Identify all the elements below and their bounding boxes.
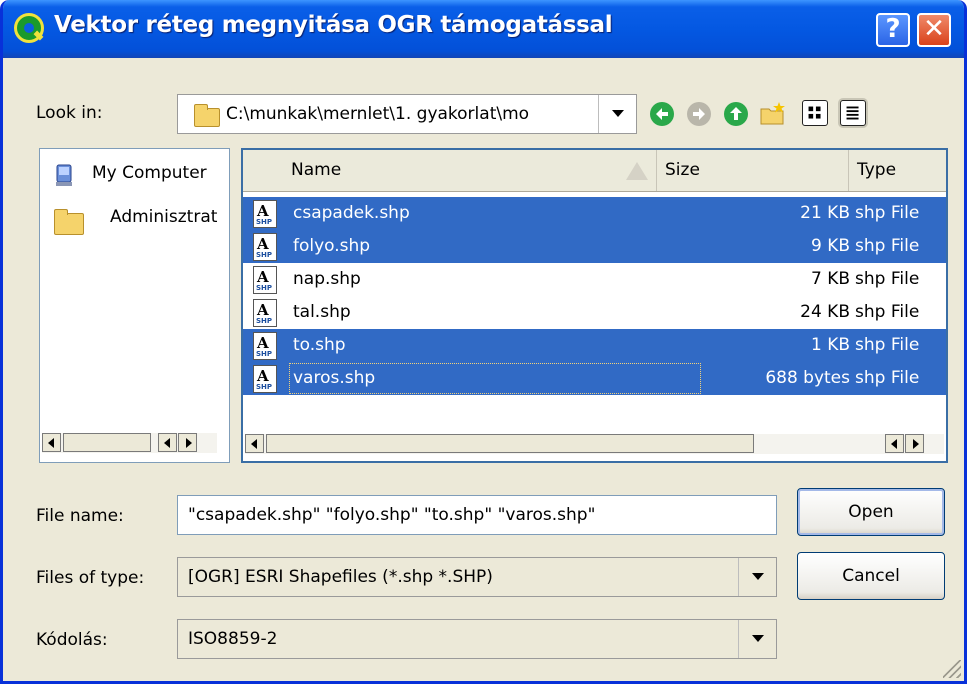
chevron-down-icon[interactable] (598, 95, 636, 133)
shapefile-icon: A SHP (253, 299, 277, 327)
column-type[interactable]: Type (849, 150, 946, 191)
list-header: Name Size Type (243, 150, 946, 192)
new-folder-icon[interactable] (759, 100, 787, 128)
shapefile-icon: A SHP (253, 266, 277, 294)
file-row[interactable]: A SHP varos.shp 688 bytes shp File (243, 362, 946, 395)
look-in-path: C:\munkak\mernlet\1. gyakorlat\mo (226, 104, 530, 124)
chevron-down-icon[interactable] (738, 558, 776, 596)
file-row[interactable]: A SHP folyo.shp 9 KB shp File (243, 230, 946, 263)
list-view-icon[interactable] (802, 100, 828, 126)
sidebar: My Computer Adminisztrat (39, 148, 230, 463)
file-type-combo[interactable]: [OGR] ESRI Shapefiles (*.shp *.SHP) (177, 557, 777, 597)
file-name: tal.shp (293, 302, 351, 322)
cancel-button[interactable]: Cancel (797, 552, 945, 600)
look-in-label: Look in: (36, 103, 103, 123)
computer-icon (56, 164, 72, 186)
sidebar-scrollbar[interactable] (42, 433, 217, 453)
file-type: shp File (855, 236, 920, 256)
file-type: shp File (855, 335, 920, 355)
shapefile-icon: A SHP (253, 233, 277, 261)
close-button[interactable]: ✕ (917, 13, 951, 47)
scroll-right-icon[interactable] (178, 433, 197, 452)
file-type: shp File (855, 269, 920, 289)
forward-icon[interactable] (685, 100, 713, 128)
folder-icon (194, 104, 220, 127)
file-size: 688 bytes (765, 368, 850, 388)
encoding-label: Kódolás: (36, 630, 108, 650)
file-type: shp File (855, 203, 920, 223)
file-size: 24 KB (800, 302, 850, 322)
resize-grip-icon[interactable] (943, 660, 961, 678)
file-row[interactable]: A SHP csapadek.shp 21 KB shp File (243, 197, 946, 230)
back-icon[interactable] (648, 100, 676, 128)
open-button[interactable]: Open (797, 488, 945, 536)
scroll-thumb[interactable] (63, 433, 151, 452)
help-button[interactable]: ? (876, 13, 910, 47)
sort-ascending-icon (626, 162, 648, 180)
file-size: 7 KB (810, 269, 850, 289)
file-open-dialog: Vektor réteg megnyitása OGR támogatással… (0, 0, 967, 684)
look-in-combo[interactable]: C:\munkak\mernlet\1. gyakorlat\mo (177, 94, 637, 134)
column-name[interactable]: Name (243, 150, 657, 191)
up-icon[interactable] (722, 100, 750, 128)
scroll-right-icon[interactable] (905, 434, 924, 453)
file-size: 21 KB (800, 203, 850, 223)
scroll-left-icon[interactable] (885, 434, 904, 453)
file-name-label: File name: (36, 506, 124, 526)
file-name: varos.shp (293, 368, 376, 388)
window-title: Vektor réteg megnyitása OGR támogatással (54, 12, 613, 38)
qgis-logo-icon (14, 13, 44, 43)
shapefile-icon: A SHP (253, 332, 277, 360)
file-row[interactable]: A SHP tal.shp 24 KB shp File (243, 296, 946, 329)
file-name: csapadek.shp (293, 203, 410, 223)
shapefile-icon: A SHP (253, 365, 277, 393)
title-bar[interactable]: Vektor réteg megnyitása OGR támogatással… (3, 0, 964, 58)
encoding-value: ISO8859-2 (188, 629, 278, 649)
encoding-combo[interactable]: ISO8859-2 (177, 619, 777, 659)
sidebar-item-label: Adminisztrat (110, 207, 218, 227)
file-name-input[interactable]: "csapadek.shp" "folyo.shp" "to.shp" "var… (177, 495, 777, 535)
file-size: 1 KB (810, 335, 850, 355)
file-name-value: "csapadek.shp" "folyo.shp" "to.shp" "var… (188, 505, 596, 525)
file-row[interactable]: A SHP nap.shp 7 KB shp File (243, 263, 946, 296)
file-type-label: Files of type: (36, 568, 145, 588)
sidebar-item-label: My Computer (92, 163, 207, 183)
chevron-down-icon[interactable] (738, 620, 776, 658)
file-name: to.shp (293, 335, 346, 355)
file-type: shp File (855, 302, 920, 322)
detail-view-icon[interactable] (840, 100, 866, 126)
file-name: folyo.shp (293, 236, 371, 256)
file-type: shp File (855, 368, 920, 388)
scroll-left-icon[interactable] (158, 433, 177, 452)
scroll-left-icon[interactable] (42, 433, 61, 452)
shapefile-icon: A SHP (253, 200, 277, 228)
file-type-value: [OGR] ESRI Shapefiles (*.shp *.SHP) (188, 567, 493, 587)
scroll-thumb[interactable] (266, 434, 754, 453)
folder-icon (54, 209, 84, 235)
scroll-left-icon[interactable] (245, 434, 264, 453)
file-size: 9 KB (810, 236, 850, 256)
file-list: Name Size Type A SHP csapadek.shp 21 KB s… (241, 148, 948, 463)
column-size[interactable]: Size (657, 150, 849, 191)
file-row[interactable]: A SHP to.shp 1 KB shp File (243, 329, 946, 362)
filelist-scrollbar[interactable] (245, 434, 944, 454)
file-name: nap.shp (293, 269, 361, 289)
